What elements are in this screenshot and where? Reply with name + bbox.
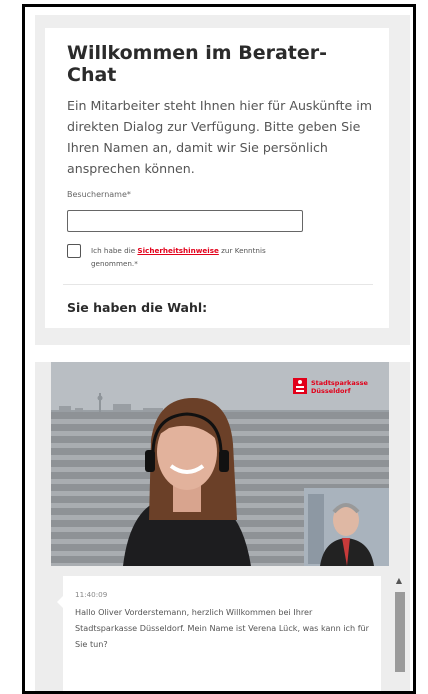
scroll-up-icon[interactable]: ▲ <box>394 576 404 586</box>
consent-checkbox[interactable] <box>67 244 81 258</box>
chat-scrollbar-thumb[interactable] <box>395 592 405 672</box>
welcome-form-card: Willkommen im Berater-Chat Ein Mitarbeit… <box>45 28 389 328</box>
visitor-name-label: Besuchername* <box>67 190 131 199</box>
advisor-video: Stadtsparkasse Düsseldorf <box>51 362 389 566</box>
consent-prefix: Ich habe die <box>91 246 138 255</box>
consent-row: Ich habe die Sicherheitshinweise zur Ken… <box>67 242 373 272</box>
self-view-pip <box>304 488 389 566</box>
consent-text: Ich habe die Sicherheitshinweise zur Ken… <box>91 244 311 270</box>
chat-message-bubble: 11:40:09 Hallo Oliver Vorderstemann, her… <box>57 576 381 691</box>
welcome-form-screen: Willkommen im Berater-Chat Ein Mitarbeit… <box>35 15 410 345</box>
sparkasse-logo: Stadtsparkasse Düsseldorf <box>293 378 383 400</box>
brand-line-2: Düsseldorf <box>311 387 351 395</box>
page-title: Willkommen im Berater-Chat <box>67 42 328 86</box>
visitor-name-input[interactable] <box>67 210 303 232</box>
phone-frame: Willkommen im Berater-Chat Ein Mitarbeit… <box>22 4 416 694</box>
chat-screen: Stadtsparkasse Düsseldorf 11:40:09 Hallo… <box>35 362 410 691</box>
self-view-image <box>304 488 389 566</box>
chat-message-text: Hallo Oliver Vorderstemann, herzlich Wil… <box>75 607 370 649</box>
brand-line-1: Stadtsparkasse <box>311 379 368 387</box>
brand-name: Stadtsparkasse Düsseldorf <box>311 379 368 395</box>
sparkasse-s-icon <box>293 378 307 394</box>
advisor-image <box>123 398 251 566</box>
security-notes-link[interactable]: Sicherheitshinweise <box>137 246 218 255</box>
choice-heading: Sie haben die Wahl: <box>67 300 208 315</box>
chat-timestamp: 11:40:09 <box>75 590 108 599</box>
divider <box>63 284 373 285</box>
intro-text: Ein Mitarbeiter steht Ihnen hier für Aus… <box>67 98 373 176</box>
